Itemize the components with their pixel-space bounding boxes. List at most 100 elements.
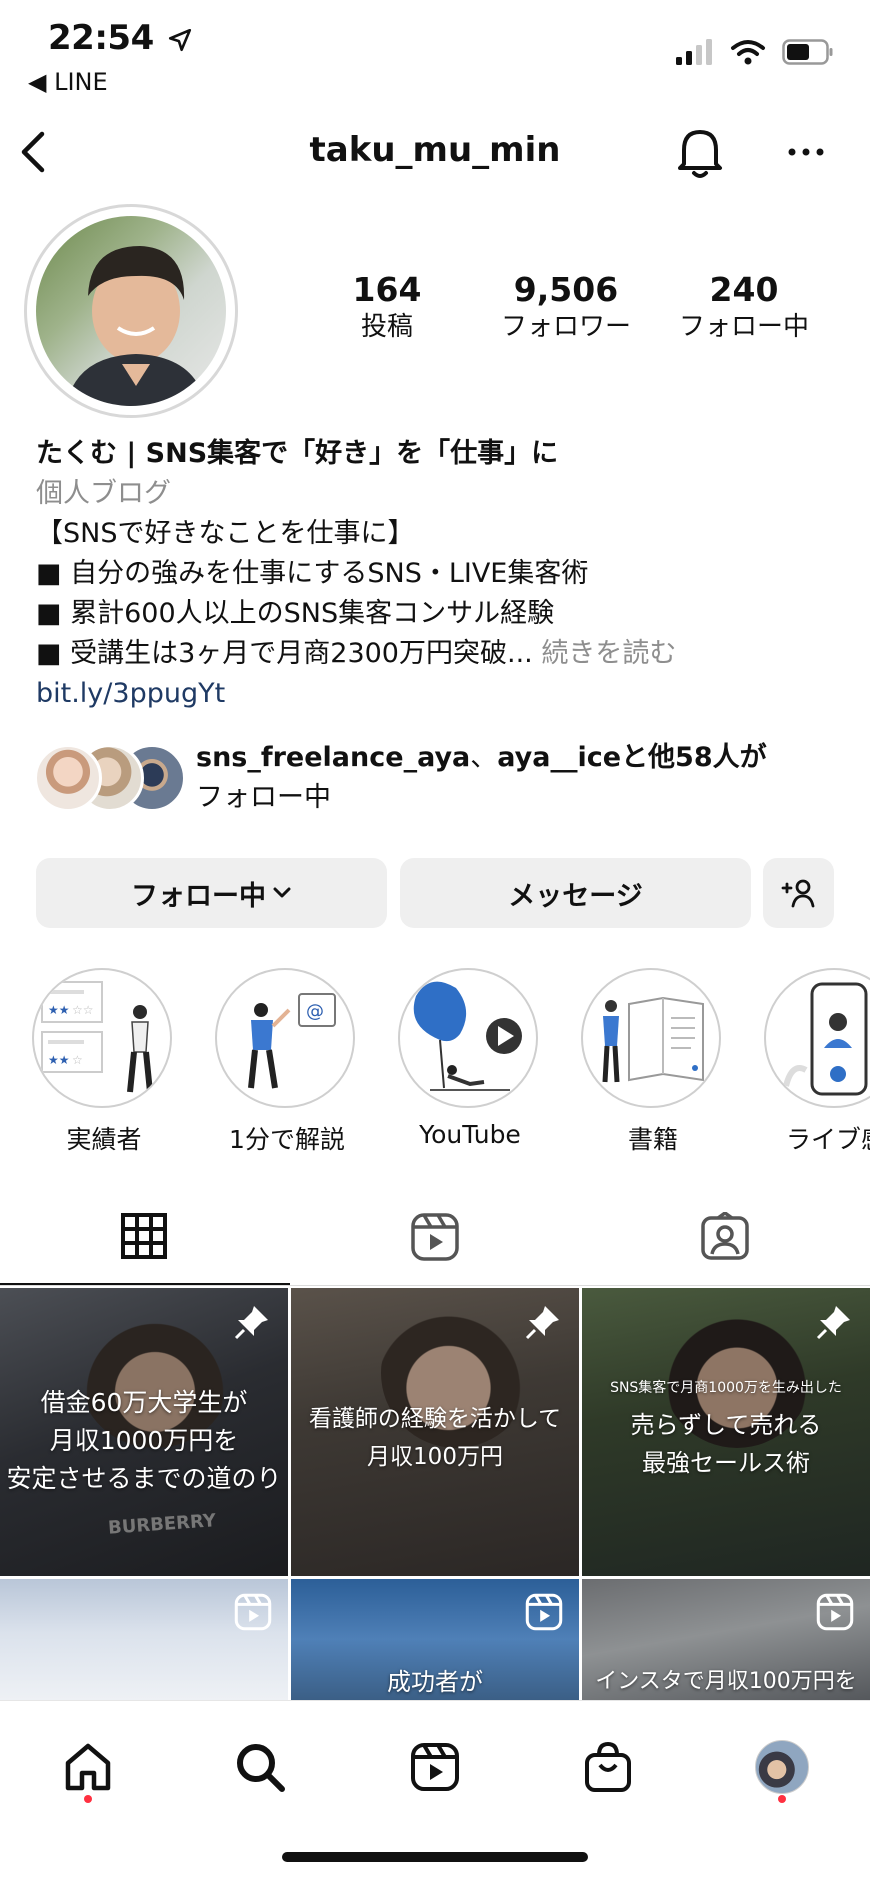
message-button[interactable]: メッセージ [400,858,751,928]
pin-icon [523,1302,563,1346]
battery-icon [782,39,833,65]
tile-caption: インスタで月収100万円を [595,1669,857,1694]
bio-line-last: ■ 受講生は3ヶ月で月商2300万円突破... 続きを読む [36,634,836,674]
bio-line: ■ 累計600人以上のSNS集客コンサル経験 [36,598,555,629]
tile-caption: 売らずして売れる 最強セールス術 [582,1406,870,1482]
back-to-app-link[interactable]: ◀ LINE [28,68,108,96]
home-icon [65,1743,111,1791]
mutual-separator: 、 [470,742,498,773]
tab-reels[interactable] [410,1212,460,1262]
post-tile[interactable]: インスタで月収100万円を [582,1579,870,1700]
posts-count[interactable]: 164 投稿 [302,270,472,344]
pin-icon [814,1302,854,1346]
followers-count[interactable]: 9,506 フォロワー [481,270,651,344]
followed-by-text[interactable]: sns_freelance_aya、aya__iceと他58人が フォロー中 [196,738,836,818]
following-count-value: 240 [709,270,779,309]
following-button[interactable]: フォロー中 [36,858,387,928]
post-tile[interactable]: 看護師の経験を活かして 月収100万円 [291,1288,579,1576]
highlight-item[interactable]: 書籍 [581,968,725,1156]
notifications-button[interactable] [676,124,724,180]
bio-external-link[interactable]: bit.ly/3ppugYt [36,674,836,714]
profile-category: 個人ブログ [36,478,171,509]
highlight-label: YouTube [419,1120,521,1149]
tab-tagged[interactable] [700,1210,750,1262]
followers-count-value: 9,506 [513,270,619,309]
mutual-user-2: aya__ice [497,742,622,773]
bell-icon [678,130,722,178]
followers-count-label: フォロワー [500,312,631,342]
mutual-others: と他58人が [621,742,767,773]
tile-caption-line: 月収1000万円を [49,1426,239,1455]
search-icon [237,1744,285,1792]
nav-reels[interactable] [395,1727,475,1807]
post-tile[interactable]: 成功者が [291,1579,579,1700]
book-illustration-icon [602,996,704,1083]
highlight-cover: ★★ ☆☆ ★★ ☆ [32,968,172,1108]
more-dots-icon [788,148,824,156]
followed-by-avatars[interactable] [34,744,186,812]
svg-text:★★: ★★ [48,1003,70,1017]
mutual-following-label: フォロー中 [196,782,331,813]
tile-caption-line: 売らずして売れる [630,1411,822,1439]
following-count-label: フォロー中 [678,312,809,342]
svg-text:★★: ★★ [48,1053,70,1067]
highlight-cover [398,968,538,1108]
message-button-label: メッセージ [508,880,643,912]
posts-count-label: 投稿 [360,312,413,342]
svg-text:☆: ☆ [72,1053,83,1067]
svg-text:☆☆: ☆☆ [72,1003,94,1017]
tile-caption: 借金60万大学生が 月収1000万円を 安定させるまでの道のり [0,1384,288,1498]
profile-avatar[interactable] [24,204,238,418]
mutual-user-1: sns_freelance_aya [196,742,471,773]
post-tile[interactable]: SNS集客で月商1000万を生み出した 売らずして売れる 最強セールス術 [582,1288,870,1576]
nav-profile-avatar [755,1740,809,1794]
tile-caption: 看護師の経験を活かして 月収100万円 [291,1400,579,1476]
following-count[interactable]: 240 フォロー中 [659,270,829,344]
reel-badge-icon [234,1593,272,1635]
highlight-cover [581,968,721,1108]
reel-badge-icon [816,1593,854,1635]
tile-caption-line: 看護師の経験を活かして [308,1406,562,1432]
highlight-item[interactable]: ★★ ☆☆ ★★ ☆ 実績者 [32,968,176,1156]
grid-icon [121,1213,167,1259]
suggested-users-button[interactable] [763,858,834,928]
following-button-label: フォロー中 [131,880,266,912]
bio-line: ■ 自分の強みを仕事にするSNS・LIVE集客術 [36,558,589,589]
shopping-bag-icon [585,1741,631,1792]
wifi-icon [731,40,765,65]
reviews-illustration-icon: ★★ ☆☆ ★★ ☆ [41,981,153,1093]
avatar-photo [36,216,226,406]
home-indicator[interactable] [282,1852,588,1862]
status-time: 22:54 [48,18,193,58]
highlight-label: 書籍 [627,1125,678,1154]
post-tile[interactable]: 借金60万大学生が 月収1000万円を 安定させるまでの道のり BURBERRY [0,1288,288,1576]
reel-badge-icon [525,1593,563,1635]
nav-search[interactable] [220,1727,300,1807]
add-person-icon [781,879,814,908]
live-phone-illustration-icon [783,982,868,1096]
highlight-item[interactable]: YouTube [398,968,542,1149]
profile-username: taku_mu_min [309,130,561,170]
profile-bio: たくむ | SNS集客で「好き」を「仕事」に 個人ブログ 【SNSで好きなことを… [36,434,836,714]
person-portrait-icon [66,246,206,406]
highlight-cover [764,968,870,1108]
highlight-item[interactable]: ライブ感 [764,968,870,1156]
nav-shop[interactable] [568,1727,648,1807]
tile-caption-line: 安定させるまでの道のり [6,1464,282,1493]
active-tab-indicator [0,1283,290,1285]
bio-line: ■ 受講生は3ヶ月で月商2300万円突破... [36,638,533,669]
more-options-button[interactable] [786,140,826,164]
tile-caption-line: 最強セールス術 [642,1449,810,1477]
highlight-cover: @ [215,968,355,1108]
tab-posts-grid[interactable] [120,1212,170,1262]
posts-count-value: 164 [352,270,422,309]
read-more-link[interactable]: 続きを読む [541,638,676,669]
highlight-item[interactable]: @ 1分で解説 [215,968,359,1156]
post-tile[interactable] [0,1579,288,1700]
tile-small-caption: SNS集客で月商1000万を生み出した [610,1380,842,1396]
highlight-label: 1分で解説 [229,1125,345,1154]
tile-caption: 成功者が [387,1668,483,1696]
email-person-illustration-icon: @ [248,993,336,1089]
highlight-label: ライブ感 [785,1125,870,1154]
reels-icon [411,1213,459,1261]
